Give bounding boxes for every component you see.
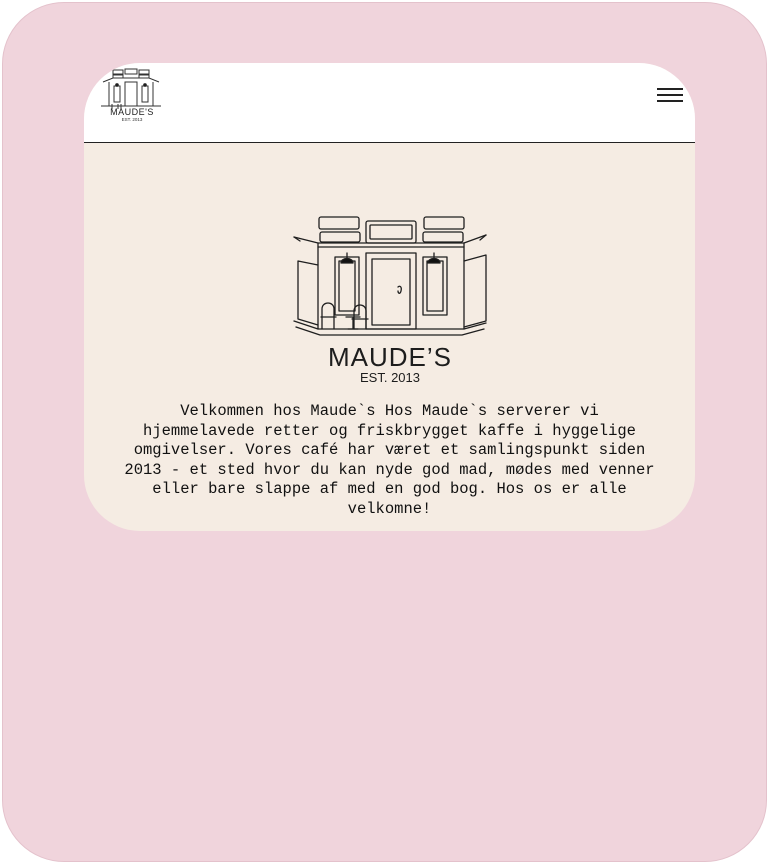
welcome-paragraph: Velkommen hos Maude`s Hos Maude`s server… xyxy=(124,402,655,518)
established-year: EST. 2013 xyxy=(360,370,420,385)
logo-established: EST. 2013 xyxy=(121,117,143,122)
storefront-sketch-icon xyxy=(293,216,487,336)
device-frame: MAUDE'S EST. 2013 MAUDE’S EST. 2013 Velk… xyxy=(2,2,767,862)
website-screen: MAUDE'S EST. 2013 MAUDE’S EST. 2013 Velk… xyxy=(84,63,695,531)
site-header: MAUDE'S EST. 2013 xyxy=(84,63,695,143)
logo-name: MAUDE'S xyxy=(110,107,154,117)
menu-button[interactable] xyxy=(654,84,684,106)
cafe-name-title: MAUDE’S xyxy=(327,342,452,372)
